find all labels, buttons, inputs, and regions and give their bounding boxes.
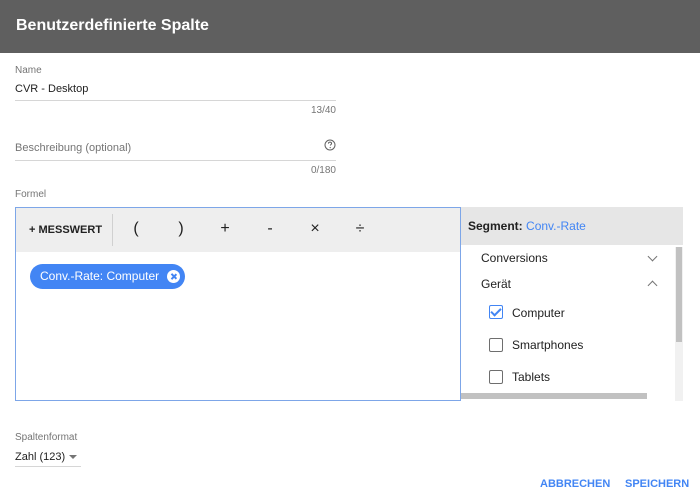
option-computer-label[interactable]: Computer (512, 306, 565, 320)
dropdown-arrow-icon[interactable] (69, 455, 77, 459)
segment-panel: Segment: Conv.-Rate Conversions Gerät Co… (461, 207, 683, 401)
segment-title: Segment: Conv.-Rate (468, 219, 586, 233)
open-paren-button[interactable]: ( (128, 220, 144, 238)
option-tablets-label[interactable]: Tablets (512, 370, 550, 384)
option-smartphones-label[interactable]: Smartphones (512, 338, 583, 352)
name-label: Name (15, 65, 42, 76)
segment-scrollbar-thumb[interactable] (676, 247, 682, 342)
column-format-underline (15, 466, 81, 467)
description-counter: 0/180 (310, 165, 336, 176)
formula-editor[interactable]: + MESSWERT ( ) + - × ÷ Conv.-Rate: Compu… (15, 207, 461, 401)
checkbox-tablets[interactable] (489, 370, 503, 384)
toolbar-divider (112, 214, 113, 246)
close-circle-icon[interactable] (167, 270, 181, 283)
formula-toolbar: + MESSWERT ( ) + - × ÷ (16, 208, 460, 252)
dialog-header: Benutzerdefinierte Spalte (0, 0, 700, 53)
column-format-select[interactable]: Zahl (123) (15, 451, 65, 463)
help-circle-icon[interactable] (324, 139, 336, 151)
segment-horizontal-scrollbar[interactable] (461, 393, 647, 399)
divide-button[interactable]: ÷ (352, 220, 368, 238)
name-counter: 13/40 (310, 105, 336, 116)
description-underline (15, 160, 336, 161)
category-device[interactable]: Gerät (481, 277, 511, 291)
segment-header: Segment: Conv.-Rate (461, 207, 683, 245)
name-underline (15, 100, 336, 101)
dialog-title: Benutzerdefinierte Spalte (16, 17, 209, 34)
multiply-button[interactable]: × (307, 220, 323, 238)
add-metric-button[interactable]: + MESSWERT (29, 224, 102, 236)
segment-value: Conv.-Rate (526, 219, 586, 233)
close-paren-button[interactable]: ) (173, 220, 189, 238)
description-input[interactable]: Beschreibung (optional) (15, 142, 131, 154)
chevron-up-icon[interactable] (647, 280, 658, 291)
cancel-button[interactable]: ABBRECHEN (540, 478, 610, 490)
category-conversions[interactable]: Conversions (481, 251, 548, 265)
minus-button[interactable]: - (262, 220, 278, 238)
name-input[interactable]: CVR - Desktop (15, 83, 88, 95)
checkbox-computer[interactable] (489, 305, 503, 319)
segment-title-label: Segment: (468, 219, 523, 233)
metric-chip-label: Conv.-Rate: Computer (40, 269, 160, 283)
metric-chip[interactable]: Conv.-Rate: Computer (30, 264, 186, 289)
save-button[interactable]: SPEICHERN (625, 478, 689, 490)
formula-label: Formel (15, 189, 47, 200)
column-format-label: Spaltenformat (15, 432, 78, 443)
segment-scrollbar[interactable] (675, 247, 683, 401)
plus-button[interactable]: + (217, 220, 233, 238)
checkbox-smartphones[interactable] (489, 338, 503, 352)
chevron-down-icon[interactable] (647, 251, 658, 262)
